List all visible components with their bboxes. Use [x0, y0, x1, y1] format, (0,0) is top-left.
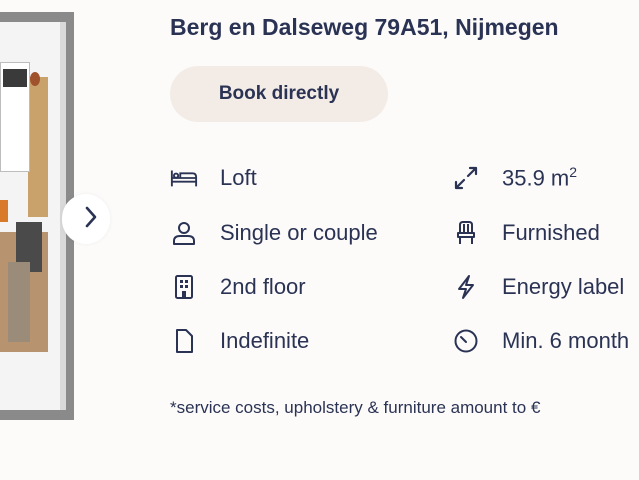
feature-furnishing: Furnished [452, 219, 600, 247]
book-directly-button[interactable]: Book directly [170, 66, 388, 122]
carousel-next-button[interactable] [62, 194, 110, 244]
floor-plan-chair [0, 200, 8, 222]
floor-plan-tile [8, 262, 30, 342]
lightning-icon [452, 273, 480, 301]
feature-type: Loft [170, 164, 257, 192]
service-costs-note: *service costs, upholstery & furniture a… [170, 398, 541, 417]
listing-title: Berg en Dalseweg 79A51, Nijmegen [170, 14, 559, 40]
feature-occupancy-label: Single or couple [220, 220, 378, 245]
floor-plan-bed [0, 62, 30, 172]
feature-occupancy: Single or couple [170, 219, 378, 247]
feature-area: 35.9 m2 [452, 164, 577, 192]
floor-plan-room [0, 22, 66, 410]
floor-plan-pillow [3, 69, 27, 87]
document-icon [170, 327, 198, 355]
floor-plan-floor [28, 77, 48, 217]
expand-arrows-icon [452, 164, 480, 192]
chair-icon [452, 219, 480, 247]
feature-min-stay-label: Min. 6 month [502, 328, 630, 353]
feature-floor-label: 2nd floor [220, 274, 306, 299]
feature-area-label: 35.9 m2 [502, 164, 578, 191]
feature-contract-label: Indefinite [220, 328, 310, 353]
bed-icon [170, 164, 198, 192]
chevron-right-icon [84, 206, 98, 233]
clock-icon [452, 327, 480, 355]
feature-contract: Indefinite [170, 327, 309, 355]
feature-min-stay: Min. 6 month [452, 327, 629, 355]
feature-energy-label: Energy label [502, 274, 625, 299]
feature-energy: Energy label [452, 273, 624, 301]
floor-plan-plant [30, 72, 40, 86]
feature-type-label: Loft [220, 165, 257, 190]
building-icon [170, 273, 198, 301]
person-icon [170, 219, 198, 247]
feature-floor: 2nd floor [170, 273, 306, 301]
feature-furnishing-label: Furnished [502, 220, 600, 245]
